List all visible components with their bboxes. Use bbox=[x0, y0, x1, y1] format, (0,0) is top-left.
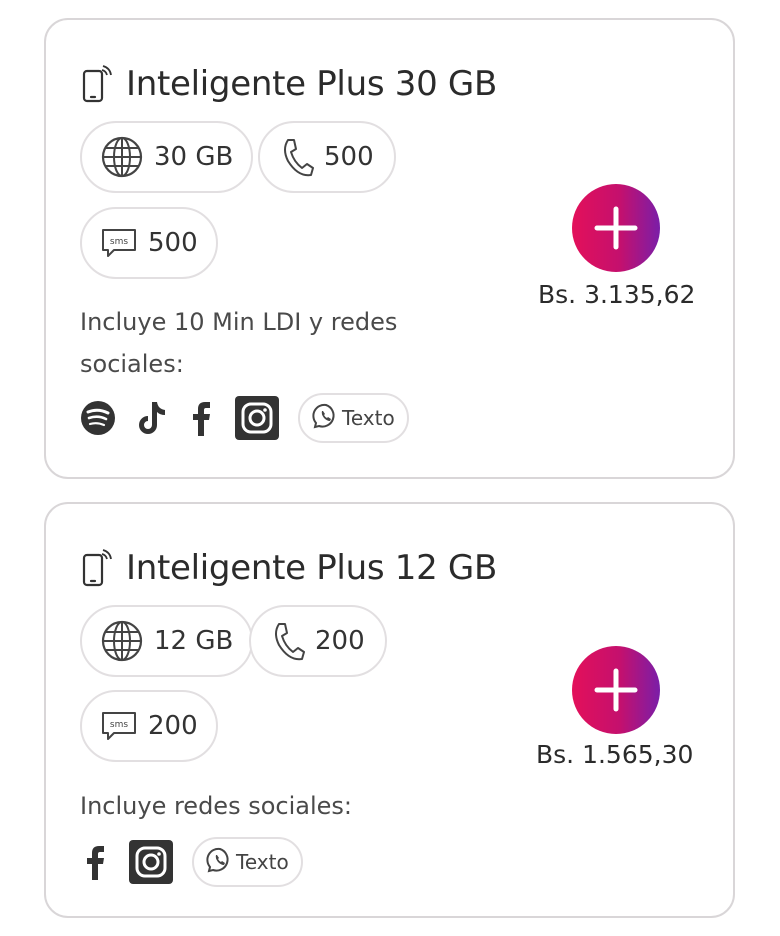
facebook-icon bbox=[80, 843, 110, 881]
plan-header: Inteligente Plus 30 GB bbox=[82, 64, 497, 104]
tiktok-icon bbox=[134, 399, 168, 437]
whatsapp-label: Texto bbox=[236, 850, 289, 874]
plan-header: Inteligente Plus 12 GB bbox=[82, 548, 497, 588]
includes-line: sociales: bbox=[80, 350, 184, 378]
phone-handset-icon bbox=[280, 137, 314, 177]
add-plan-button[interactable] bbox=[572, 184, 660, 272]
minutes-amount: 500 bbox=[324, 142, 374, 172]
plan-card: Inteligente Plus 12 GB 12 GB 200 sms 200… bbox=[44, 502, 735, 918]
svg-text:sms: sms bbox=[110, 237, 128, 247]
smartphone-icon bbox=[82, 549, 112, 587]
instagram-icon bbox=[234, 395, 280, 441]
sms-amount: 200 bbox=[148, 711, 198, 741]
plan-card: Inteligente Plus 30 GB 30 GB 500 sms 500… bbox=[44, 18, 735, 479]
sms-chip: sms 500 bbox=[80, 207, 218, 279]
data-amount: 30 GB bbox=[154, 142, 234, 172]
whatsapp-chip: Texto bbox=[192, 837, 303, 887]
facebook-icon bbox=[186, 399, 216, 437]
plan-price: Bs. 1.565,30 bbox=[536, 740, 694, 769]
phone-handset-icon bbox=[271, 621, 305, 661]
includes-text: Incluye 10 Min LDI y redes sociales: bbox=[80, 301, 397, 385]
plus-icon bbox=[594, 206, 638, 250]
data-chip: 12 GB bbox=[80, 605, 254, 677]
sms-amount: 500 bbox=[148, 228, 198, 258]
includes-line: Incluye 10 Min LDI y redes bbox=[80, 308, 398, 336]
add-plan-button[interactable] bbox=[572, 646, 660, 734]
plan-title: Inteligente Plus 30 GB bbox=[126, 64, 497, 104]
sms-icon: sms bbox=[100, 227, 138, 259]
sms-icon: sms bbox=[100, 710, 138, 742]
data-amount: 12 GB bbox=[154, 626, 234, 656]
plan-price: Bs. 3.135,62 bbox=[538, 280, 696, 309]
whatsapp-icon bbox=[312, 402, 340, 435]
includes-text: Incluye redes sociales: bbox=[80, 792, 352, 820]
plan-title: Inteligente Plus 12 GB bbox=[126, 548, 497, 588]
social-apps: Texto bbox=[80, 393, 409, 443]
spotify-icon bbox=[80, 400, 116, 436]
sms-chip: sms 200 bbox=[80, 690, 218, 762]
minutes-amount: 200 bbox=[315, 626, 365, 656]
minutes-chip: 200 bbox=[249, 605, 387, 677]
data-chip: 30 GB bbox=[80, 121, 254, 193]
whatsapp-icon bbox=[206, 846, 234, 879]
svg-text:sms: sms bbox=[110, 720, 128, 730]
instagram-icon bbox=[128, 839, 174, 885]
plus-icon bbox=[594, 668, 638, 712]
globe-icon bbox=[100, 135, 144, 179]
whatsapp-chip: Texto bbox=[298, 393, 409, 443]
smartphone-icon bbox=[82, 65, 112, 103]
globe-icon bbox=[100, 619, 144, 663]
minutes-chip: 500 bbox=[258, 121, 396, 193]
social-apps: Texto bbox=[80, 837, 303, 887]
whatsapp-label: Texto bbox=[342, 406, 395, 430]
